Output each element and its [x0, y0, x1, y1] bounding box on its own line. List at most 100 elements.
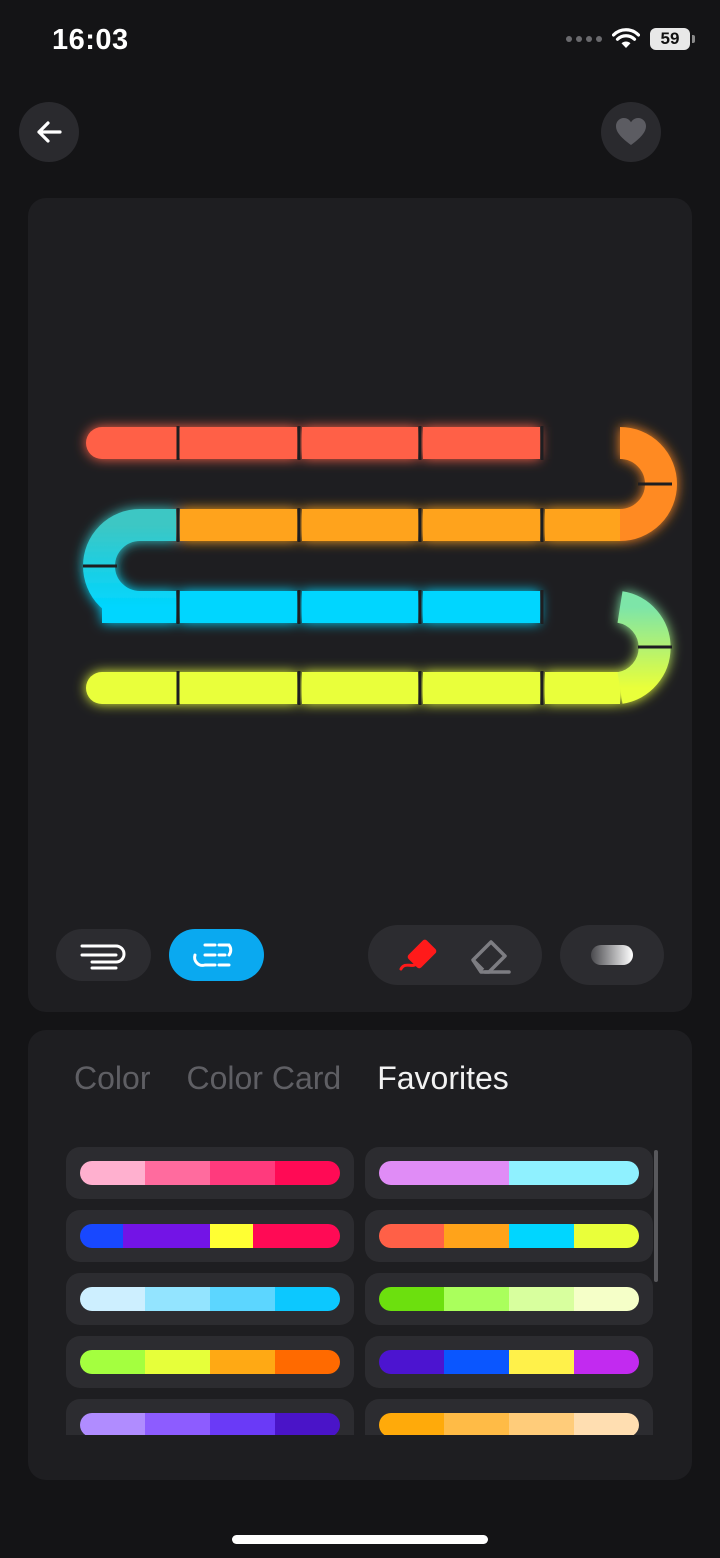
color-segment [275, 1161, 340, 1185]
palette-color-bar [379, 1224, 639, 1248]
favorite-palette-item[interactable] [66, 1210, 354, 1262]
color-segment [80, 1224, 124, 1248]
favorite-palette-item[interactable] [365, 1336, 653, 1388]
segment-divider [638, 645, 672, 649]
segment-divider [297, 426, 301, 460]
segment-divider [638, 482, 672, 486]
favorite-palette-item[interactable] [365, 1147, 653, 1199]
color-segment [509, 1350, 574, 1374]
paint-tools [368, 925, 542, 985]
cellular-signal-icon [566, 36, 602, 42]
color-segment [210, 1287, 275, 1311]
status-icons: 59 [566, 28, 695, 50]
color-segment [275, 1287, 340, 1311]
tab-favorites[interactable]: Favorites [377, 1060, 509, 1097]
palette-color-bar [80, 1161, 340, 1185]
palette-color-bar [379, 1161, 639, 1185]
continuous-mode-button[interactable] [56, 929, 151, 981]
segment-divider [540, 426, 544, 460]
segment-divider [176, 590, 180, 624]
brush-tool-button[interactable] [385, 927, 455, 983]
favorite-palette-item[interactable] [66, 1399, 354, 1435]
color-segment [210, 1413, 275, 1435]
color-segment [275, 1413, 340, 1435]
palette-color-bar [379, 1287, 639, 1311]
color-segment [444, 1287, 509, 1311]
favorite-palette-item[interactable] [66, 1273, 354, 1325]
segment-divider [540, 508, 544, 542]
color-segment [379, 1224, 444, 1248]
palette-color-bar [80, 1224, 340, 1248]
color-segment [574, 1287, 639, 1311]
favorites-list[interactable] [66, 1147, 656, 1435]
eraser-tool-button[interactable] [455, 927, 525, 983]
segment-divider [540, 590, 544, 624]
color-segment [80, 1287, 145, 1311]
favorite-palette-item[interactable] [66, 1336, 354, 1388]
favorite-palette-item[interactable] [66, 1147, 354, 1199]
tab-color[interactable]: Color [74, 1060, 150, 1097]
arrow-left-icon [37, 121, 62, 143]
segment-divider [176, 508, 180, 542]
color-segment [509, 1413, 574, 1435]
status-bar: 16:03 59 [0, 0, 720, 86]
back-button[interactable] [19, 102, 79, 162]
segment-divider [176, 426, 180, 460]
segment-divider [176, 671, 180, 705]
segment-divider [297, 590, 301, 624]
color-segment [145, 1287, 210, 1311]
color-segment [275, 1350, 340, 1374]
color-segment [145, 1413, 210, 1435]
eraser-icon [471, 940, 511, 974]
segment-divider [418, 671, 422, 705]
segmented-strip-icon [192, 943, 232, 967]
segment-divider [418, 508, 422, 542]
home-indicator [232, 1535, 488, 1544]
palette-color-bar [80, 1350, 340, 1374]
color-segment [444, 1350, 509, 1374]
favorite-palette-item[interactable] [365, 1210, 653, 1262]
color-segment [296, 1224, 340, 1248]
color-segment [379, 1161, 509, 1185]
tab-color-card[interactable]: Color Card [186, 1060, 341, 1097]
palette-panel: Color Color Card Favorites [28, 1030, 692, 1480]
gradient-toggle-icon [591, 945, 633, 965]
heart-icon [616, 118, 646, 145]
battery-indicator: 59 [650, 28, 695, 50]
color-segment [574, 1224, 639, 1248]
color-segment [253, 1224, 297, 1248]
color-segment [166, 1224, 210, 1248]
favorites-scrollbar[interactable] [654, 1150, 658, 1282]
segment-divider [540, 671, 544, 705]
continuous-strip-icon [80, 944, 125, 970]
favorite-palette-item[interactable] [365, 1399, 653, 1435]
wifi-icon [612, 28, 640, 48]
color-segment [145, 1161, 210, 1185]
color-segment [379, 1287, 444, 1311]
strip-preview-card [28, 198, 692, 1012]
color-segment [509, 1161, 639, 1185]
segment-divider [418, 426, 422, 460]
color-segment [379, 1413, 444, 1435]
favorite-button[interactable] [601, 102, 661, 162]
color-segment [444, 1224, 509, 1248]
palette-tabs: Color Color Card Favorites [74, 1060, 509, 1097]
palette-color-bar [80, 1413, 340, 1435]
color-segment [145, 1350, 210, 1374]
led-strip-preview[interactable] [28, 198, 692, 918]
color-segment [80, 1413, 145, 1435]
status-time: 16:03 [52, 24, 129, 56]
color-segment [509, 1224, 574, 1248]
color-segment [209, 1224, 254, 1248]
segment-mode-button[interactable] [169, 929, 264, 981]
color-segment [574, 1413, 639, 1435]
palette-color-bar [379, 1413, 639, 1435]
color-segment [444, 1413, 509, 1435]
gradient-toggle-button[interactable] [560, 925, 664, 985]
brush-icon [399, 939, 437, 971]
color-segment [574, 1350, 639, 1374]
palette-color-bar [80, 1287, 340, 1311]
color-segment [80, 1350, 145, 1374]
color-segment [379, 1350, 444, 1374]
favorite-palette-item[interactable] [365, 1273, 653, 1325]
